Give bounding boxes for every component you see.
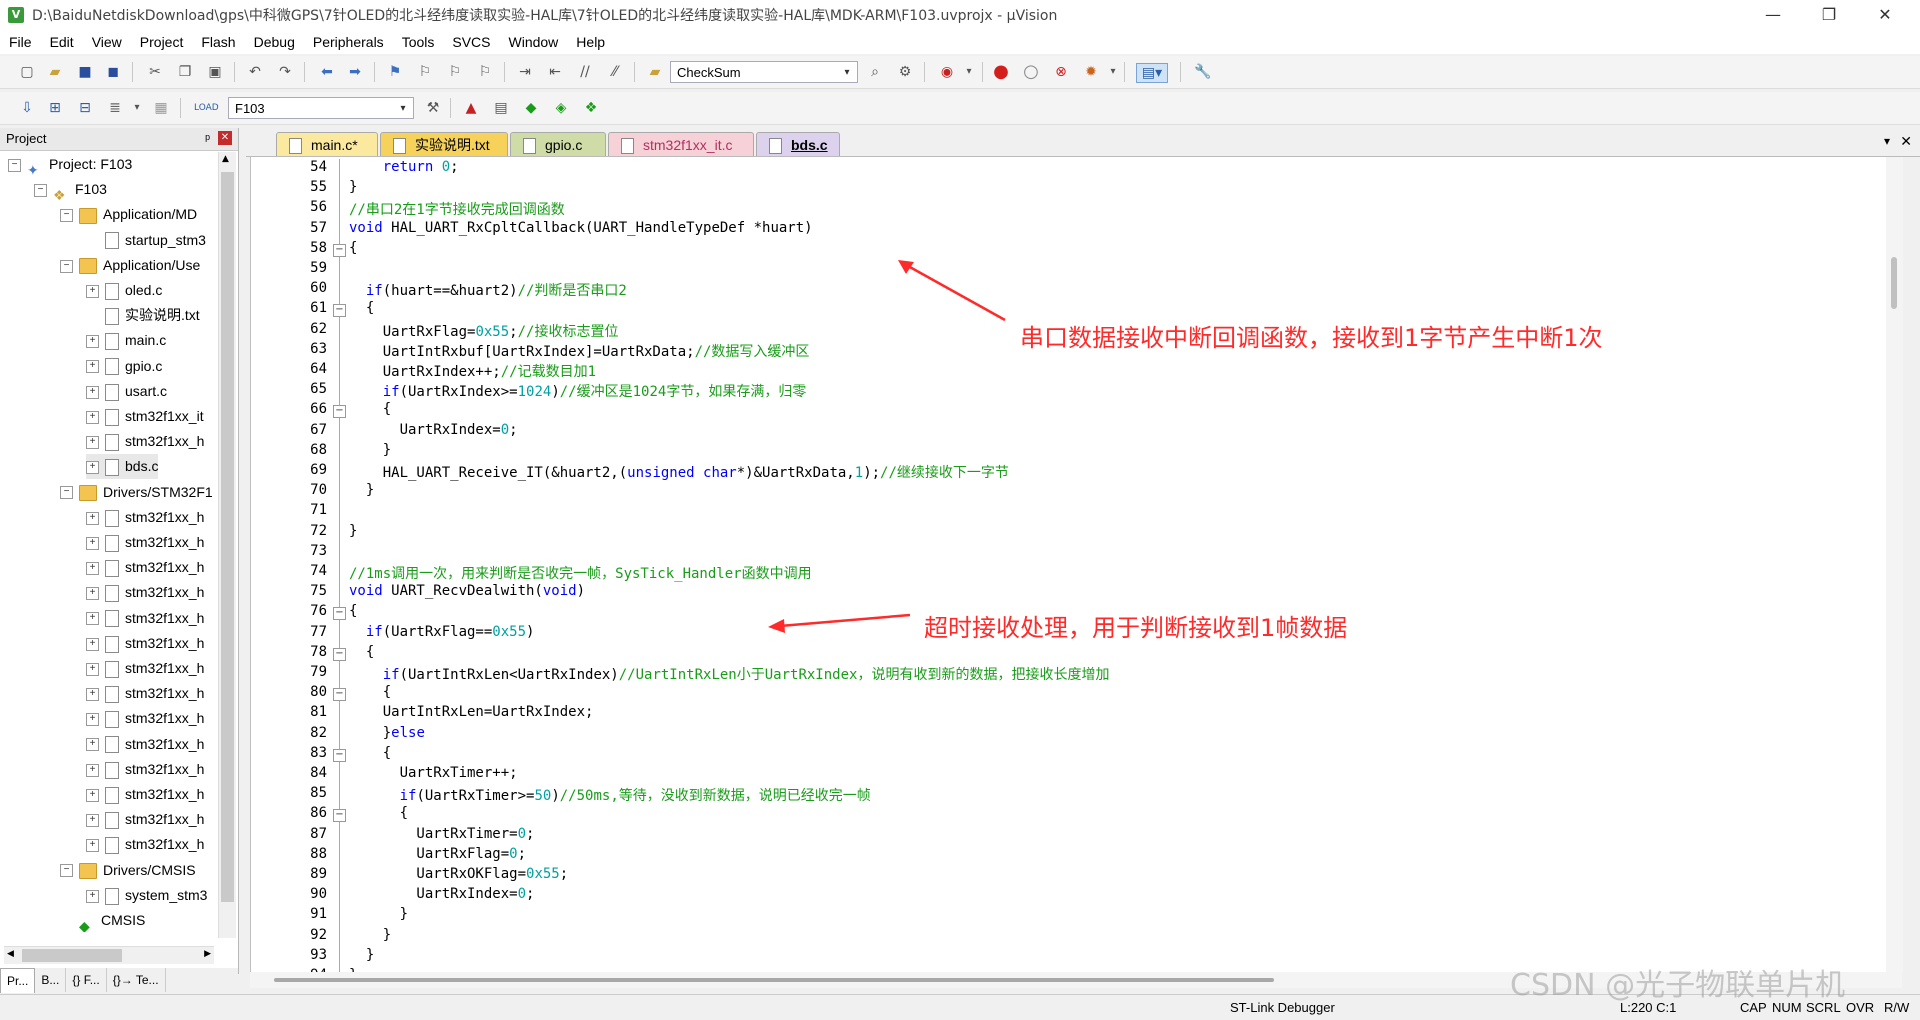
read-write-indicator: R/W — [1884, 1000, 1910, 1015]
callback-arrow — [907, 264, 1006, 322]
overwrite-indicator: OVR — [1846, 1000, 1875, 1015]
timeout-arrowhead — [768, 619, 785, 633]
callback-annotation: 串口数据接收中断回调函数，接收到1字节产生中断1次 — [1020, 324, 1603, 352]
csdn-watermark: CSDN @光子物联单片机 — [1510, 968, 1846, 1003]
timeout-arrow — [779, 613, 911, 628]
debugger-status: ST-Link Debugger — [1230, 1000, 1335, 1015]
timeout-annotation: 超时接收处理，用于判断接收到1帧数据 — [924, 614, 1348, 642]
annotation-arrows — [768, 260, 1006, 633]
